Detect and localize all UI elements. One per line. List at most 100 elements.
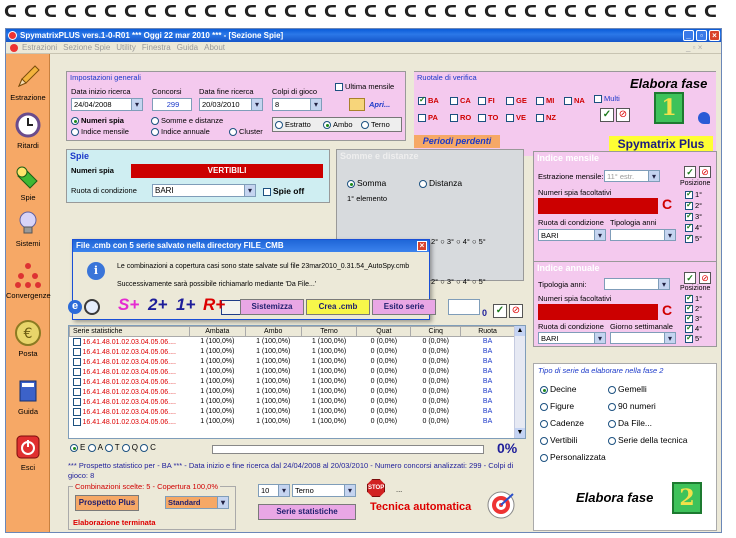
col-serie[interactable]: Serie statistiche [69,326,190,337]
ruota-select[interactable]: BARI [538,332,606,344]
check-all-icon[interactable]: ✓ [600,108,614,122]
magnifier-icon[interactable] [84,299,100,315]
ruota-select[interactable]: BARI [538,229,606,241]
estratto-radio[interactable]: Estratto [275,120,311,130]
somme-value-field[interactable] [448,299,480,315]
serie-tecnica-radio[interactable]: Serie della tecnica [608,435,687,445]
ruota-ge[interactable]: GE [506,96,527,106]
target-icon[interactable] [486,490,516,520]
terno-radio[interactable]: Terno [361,120,390,130]
tipologia-select[interactable] [610,229,676,241]
crea-cmb-button[interactable]: Crea .cmb [306,299,370,315]
ruota-ba[interactable]: BA [418,95,439,106]
row-checkbox[interactable] [72,417,81,426]
vertibili-radio[interactable]: Vertibili [540,435,577,445]
facoltativi-field[interactable] [538,304,658,320]
table-row[interactable]: 16.41.48.01.02.03.04.05.06.... 1 (100,0%)… [70,387,515,397]
giorno-select[interactable] [610,332,676,344]
deselect-all-icon[interactable]: ⊘ [509,304,523,318]
figure-radio[interactable]: Figure [540,401,574,411]
col-ruota[interactable]: Ruota [460,326,515,337]
colpi-field[interactable]: 8 [272,98,322,111]
indice-mensile-radio[interactable]: Indice mensile [71,127,129,137]
clear-all-icon[interactable]: ⊘ [699,166,711,178]
sidebar-item-spie[interactable]: Spie [6,164,50,202]
facoltativi-field[interactable] [538,198,658,214]
menu-sezione-spie[interactable]: Sezione Spie [63,43,110,52]
col-ambo[interactable]: Ambo [244,326,302,337]
internet-icon[interactable]: e [68,300,82,314]
sidebar-item-sistemi[interactable]: Sistemi [6,210,50,248]
clear-button[interactable]: C [662,302,672,318]
elabora-fase-1-button[interactable]: 1 [654,92,684,124]
estrazione-mensile-select[interactable]: 11° estr. [604,170,660,182]
menu-finestra[interactable]: Finestra [142,43,171,52]
concorsi-field[interactable]: 299 [152,98,192,111]
row-checkbox[interactable] [72,367,81,376]
apri-button[interactable]: Apri... [369,100,390,109]
sistemizza-button[interactable]: Sistemizza [240,299,304,315]
col-ambata[interactable]: Ambata [188,326,246,337]
row-checkbox[interactable] [72,377,81,386]
table-row[interactable]: 16.41.48.01.02.03.04.05.06.... 1 (100,0%)… [70,407,515,417]
close-icon[interactable]: × [709,30,720,41]
table-row[interactable]: 16.41.48.01.02.03.04.05.06.... 1 (100,0%)… [70,347,515,357]
col-quat[interactable]: Quat [356,326,412,337]
ambo-radio[interactable]: Ambo [323,120,353,130]
ruota-nz[interactable]: NZ [536,113,556,123]
table-row[interactable]: 16.41.48.01.02.03.04.05.06.... 1 (100,0%)… [70,367,515,377]
row-checkbox[interactable] [72,347,81,356]
da-file-radio[interactable]: Da File... [608,418,652,428]
gemelli-radio[interactable]: Gemelli [608,384,647,394]
ruota-ve[interactable]: VE [506,113,526,123]
esito-serie-button[interactable]: Esito serie [372,299,436,315]
multi-check[interactable]: Multi [594,94,620,104]
restore-icon[interactable]: ▫ [696,30,707,41]
row-checkbox[interactable] [72,407,81,416]
menu-guida[interactable]: Guida [177,43,198,52]
table-scrollbar[interactable]: ▲ ▼ [514,326,525,438]
posizione-2-check[interactable]: 2° [685,303,702,314]
ruota-fi[interactable]: FI [478,96,495,106]
sidebar-item-esci[interactable]: Esci [6,434,50,472]
ruota-condizione-select[interactable]: BARI [152,184,256,197]
person-icon[interactable] [698,112,710,124]
90-numeri-radio[interactable]: 90 numeri [608,401,656,411]
numeri-spia-field[interactable]: VERTIBILI [131,164,323,178]
serie-statistiche-button[interactable]: Serie statistiche [258,504,356,520]
mdi-controls[interactable]: _ ▫ × [686,42,702,54]
table-row[interactable]: 16.41.48.01.02.03.04.05.06.... 1 (100,0%)… [70,357,515,367]
menu-estrazioni[interactable]: Estrazioni [22,43,57,52]
col-terno[interactable]: Terno [300,326,358,337]
cadenze-radio[interactable]: Cadenze [540,418,584,428]
sorte-select[interactable]: Terno [292,484,356,497]
table-row[interactable]: 16.41.48.01.02.03.04.05.06.... 1 (100,0%)… [70,337,515,347]
posizione-5-check[interactable]: 5° [685,333,702,344]
ordinal-radios-1[interactable]: 2° ○ 3° ○ 4° ○ 5° [431,237,515,247]
decine-radio[interactable]: Decine [540,384,576,394]
check-all-icon[interactable]: ✓ [684,166,696,178]
dialog-title-bar[interactable]: File .cmb con 5 serie salvato nella dire… [73,240,429,252]
indice-annuale-radio[interactable]: Indice annuale [151,127,210,137]
personalizzata-radio[interactable]: Personalizzata [540,452,606,462]
sidebar-item-ritardi[interactable]: Ritardi [6,112,50,150]
r-plus-button[interactable]: R+ [203,295,225,315]
ruota-pa[interactable]: PA [418,113,438,123]
ultima-mensile-check[interactable]: Ultima mensile [335,82,394,92]
table-row[interactable]: 16.41.48.01.02.03.04.05.06.... 1 (100,0%)… [70,377,515,387]
cluster-radio[interactable]: Cluster [229,127,263,137]
sidebar-item-posta[interactable]: € Posta [6,320,50,358]
stop-icon[interactable]: STOP [367,479,385,497]
somma-radio[interactable]: Somma [347,178,386,188]
posizione-3-check[interactable]: 3° [685,313,702,324]
row-checkbox[interactable] [72,387,81,396]
one-plus-button[interactable]: 1+ [176,295,195,315]
filter-e-radio[interactable]: E [70,443,85,452]
posizione-4-check[interactable]: 4° [685,323,702,334]
table-row[interactable]: 16.41.48.01.02.03.04.05.06.... 1 (100,0%)… [70,397,515,407]
prospetto-plus-button[interactable]: Prospetto Plus [75,495,139,511]
somme-distanze-radio[interactable]: Somme e distanze [151,116,223,126]
filter-c-radio[interactable]: C [140,443,156,452]
clear-all-icon[interactable]: ⊘ [699,272,711,284]
table-row[interactable]: 16.41.48.01.02.03.04.05.06.... 1 (100,0%)… [70,417,515,427]
